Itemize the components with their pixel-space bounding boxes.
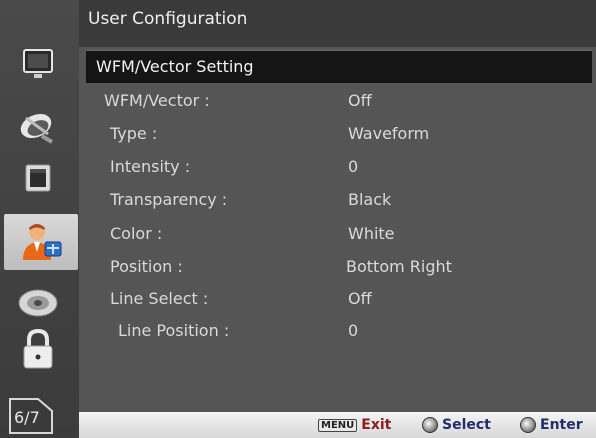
select-knob-icon — [422, 417, 438, 433]
sidebar-item-display[interactable] — [10, 157, 66, 201]
setting-label-line-position: Line Position : — [118, 321, 230, 340]
setting-label-transparency: Transparency : — [110, 190, 228, 209]
setting-label-type: Type : — [110, 124, 158, 143]
setting-label-intensity: Intensity : — [110, 157, 191, 176]
sidebar-item-user-configuration[interactable] — [4, 214, 78, 270]
setting-label-wfm-vector: WFM/Vector : — [104, 91, 210, 110]
setting-value-line-select[interactable]: Off — [348, 289, 372, 308]
page-indicator: 6/7 — [8, 397, 66, 435]
display-screen-icon — [25, 164, 51, 192]
setting-value-intensity[interactable]: 0 — [348, 157, 358, 176]
exit-hint[interactable]: MENU Exit — [318, 417, 391, 433]
enter-knob-icon — [520, 417, 536, 433]
lock-icon — [23, 328, 53, 369]
setting-label-line-select: Line Select : — [110, 289, 209, 308]
setting-value-type[interactable]: Waveform — [348, 124, 429, 143]
sidebar-item-disc[interactable] — [10, 281, 66, 325]
select-label: Select — [442, 417, 491, 433]
sidebar-item-monitor[interactable] — [10, 42, 66, 86]
user-config-icon — [23, 224, 62, 260]
section-title: WFM/Vector Setting — [96, 57, 254, 76]
osd-screen: 6/7 User Configuration WFM/Vector Settin… — [0, 0, 596, 438]
menu-key-icon: MENU — [318, 418, 358, 432]
page-indicator-text: 6/7 — [14, 408, 40, 427]
page-title: User Configuration — [88, 9, 248, 29]
setting-label-position: Position : — [110, 257, 183, 276]
enter-label: Enter — [540, 417, 583, 433]
disc-icon — [18, 289, 58, 317]
satellite-dish-icon — [20, 113, 54, 144]
setting-label-color: Color : — [110, 224, 163, 243]
setting-value-line-position[interactable]: 0 — [348, 321, 358, 340]
setting-value-transparency[interactable]: Black — [348, 190, 391, 209]
setting-value-wfm-vector[interactable]: Off — [348, 91, 372, 110]
setting-value-position[interactable]: Bottom Right — [346, 257, 452, 276]
exit-label: Exit — [361, 417, 392, 433]
select-hint[interactable]: Select — [422, 417, 491, 433]
sidebar-item-signal[interactable] — [10, 104, 66, 148]
sidebar-item-lock[interactable] — [10, 327, 66, 371]
setting-value-color[interactable]: White — [348, 224, 395, 243]
enter-hint[interactable]: Enter — [520, 417, 583, 433]
sidebar: 6/7 — [0, 0, 79, 438]
monitor-icon — [23, 49, 53, 78]
